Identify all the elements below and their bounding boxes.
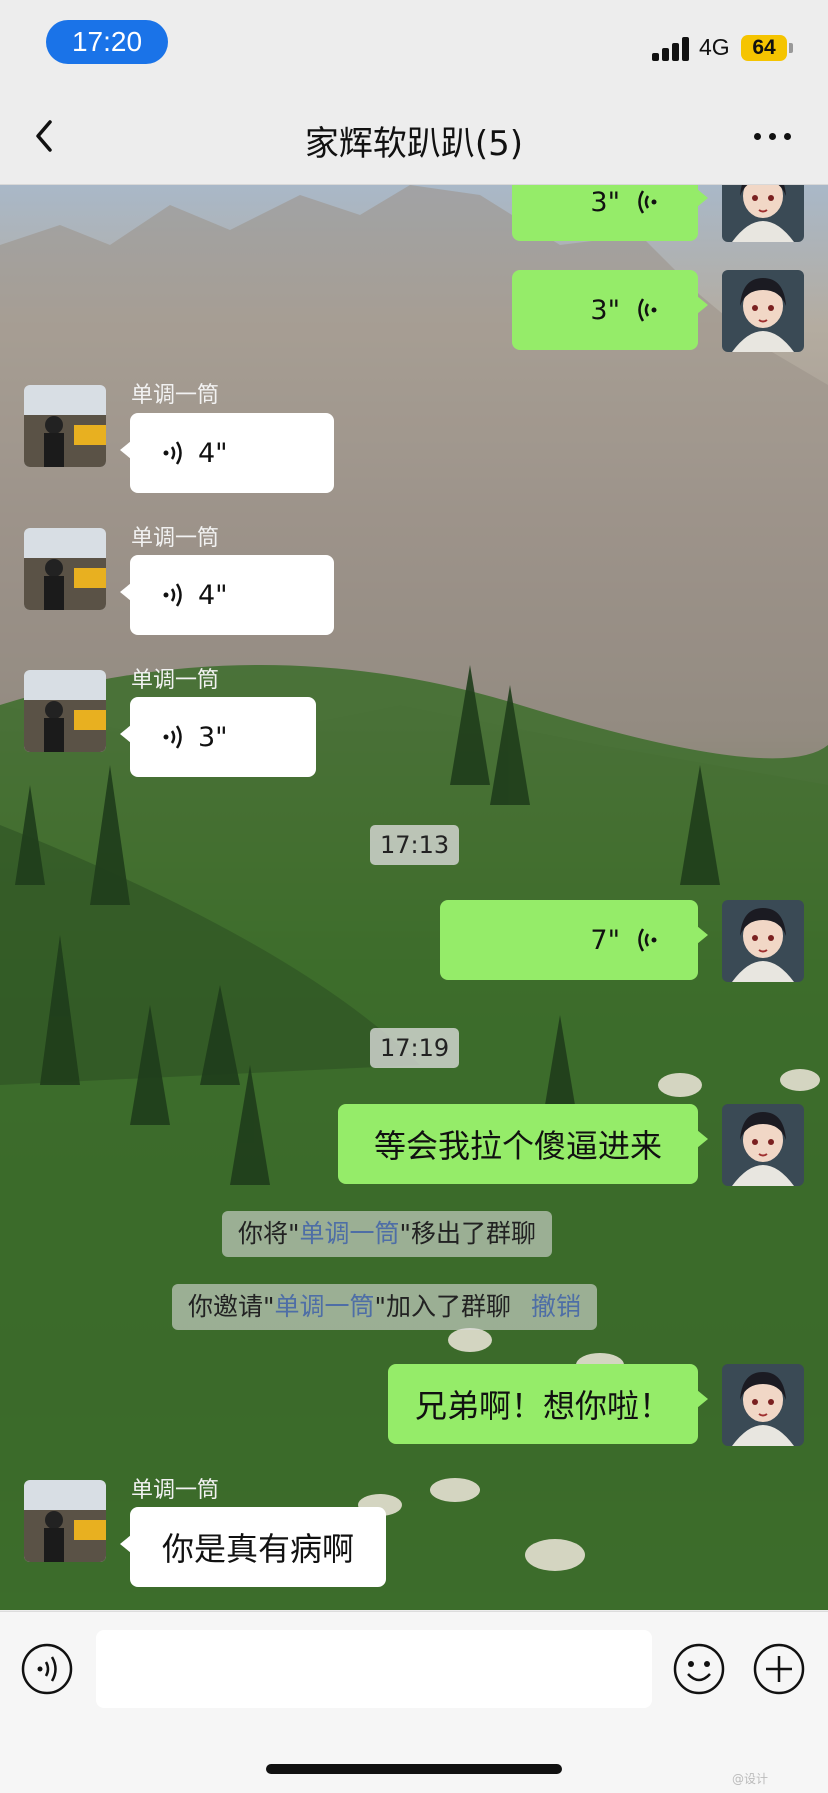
voice-message-bubble[interactable]: 4" — [120, 555, 334, 635]
avatar-self[interactable] — [722, 900, 804, 982]
chat-area[interactable]: 3" 3" 单调一筒 4" 单调一筒 4" 单调一筒 3" 17:13 7" 1… — [0, 185, 828, 1610]
message-text: 你是真有病啊 — [161, 1530, 354, 1568]
avatar-other[interactable] — [24, 670, 106, 752]
text-message-bubble[interactable]: 你是真有病啊 — [120, 1507, 386, 1587]
chat-header: 家辉软趴趴(5) — [0, 90, 828, 185]
voice-duration: 3" — [590, 294, 620, 326]
voice-message-bubble[interactable]: 7" — [440, 900, 708, 980]
system-notice-removed: 你将"单调一筒"移出了群聊 — [222, 1211, 553, 1257]
voice-duration: 4" — [198, 437, 228, 469]
timestamp: 17:13 — [370, 825, 460, 865]
avatar-other[interactable] — [24, 1480, 106, 1562]
sender-name: 单调一筒 — [131, 383, 220, 408]
revoke-link[interactable]: 撤销 — [531, 1292, 581, 1321]
plus-icon — [753, 1643, 805, 1695]
emoji-icon — [673, 1643, 725, 1695]
member-name-link[interactable]: 单调一筒 — [275, 1292, 375, 1321]
voice-message-bubble[interactable]: 3" — [512, 270, 708, 350]
system-text: 你邀请" — [188, 1292, 275, 1321]
network-label: 4G — [699, 34, 730, 60]
text-message-bubble[interactable]: 等会我拉个傻逼进来 — [338, 1104, 708, 1184]
avatar-other[interactable] — [24, 385, 106, 467]
signal-icon — [652, 37, 692, 61]
voice-message-bubble[interactable]: 3" — [512, 185, 708, 241]
voice-duration: 4" — [198, 579, 228, 611]
voice-wave-icon — [638, 298, 657, 322]
status-time: 17:20 — [46, 20, 168, 64]
system-notice-invited: 你邀请"单调一筒"加入了群聊 撤销 — [172, 1284, 598, 1330]
battery-icon: 64 — [741, 35, 787, 61]
voice-message-bubble[interactable]: 4" — [120, 413, 334, 493]
avatar-self[interactable] — [722, 270, 804, 352]
message-text: 等会我拉个傻逼进来 — [373, 1127, 662, 1165]
system-text: 你将" — [238, 1219, 300, 1248]
home-indicator — [266, 1764, 562, 1774]
text-message-bubble[interactable]: 兄弟啊！想你啦！ — [388, 1364, 708, 1444]
voice-message-bubble[interactable]: 3" — [120, 697, 316, 777]
message-input[interactable] — [96, 1630, 652, 1708]
chat-title: 家辉软趴趴(5) — [304, 124, 524, 164]
voice-duration: 3" — [590, 186, 620, 218]
sender-name: 单调一筒 — [131, 526, 220, 551]
voice-icon — [21, 1643, 73, 1695]
voice-duration: 3" — [198, 721, 228, 753]
sender-name: 单调一筒 — [131, 668, 220, 693]
watermark: @设计 — [732, 1772, 769, 1786]
chevron-left-icon — [36, 120, 52, 152]
voice-duration: 7" — [590, 924, 620, 956]
battery-tip — [789, 43, 793, 53]
voice-wave-icon — [163, 725, 182, 749]
message-text: 兄弟啊！想你啦！ — [414, 1387, 671, 1425]
voice-wave-icon — [163, 583, 182, 607]
sender-name: 单调一筒 — [131, 1478, 220, 1503]
avatar-self[interactable] — [722, 1104, 804, 1186]
avatar-self[interactable] — [722, 185, 804, 242]
avatar-other[interactable] — [24, 528, 106, 610]
member-name-link[interactable]: 单调一筒 — [300, 1219, 400, 1248]
avatar-self[interactable] — [722, 1364, 804, 1446]
emoji-button[interactable] — [672, 1642, 726, 1696]
more-button[interactable] — [748, 118, 798, 154]
more-actions-button[interactable] — [752, 1642, 806, 1696]
voice-wave-icon — [638, 928, 657, 952]
back-button[interactable] — [26, 116, 66, 156]
voice-wave-icon — [638, 190, 657, 214]
voice-wave-icon — [163, 441, 182, 465]
voice-toggle-button[interactable] — [20, 1642, 74, 1696]
timestamp: 17:19 — [370, 1028, 460, 1068]
status-bar: 17:20 4G 64 — [0, 0, 828, 90]
system-text: "加入了群聊 — [374, 1292, 512, 1321]
system-text: "移出了群聊 — [399, 1219, 537, 1248]
